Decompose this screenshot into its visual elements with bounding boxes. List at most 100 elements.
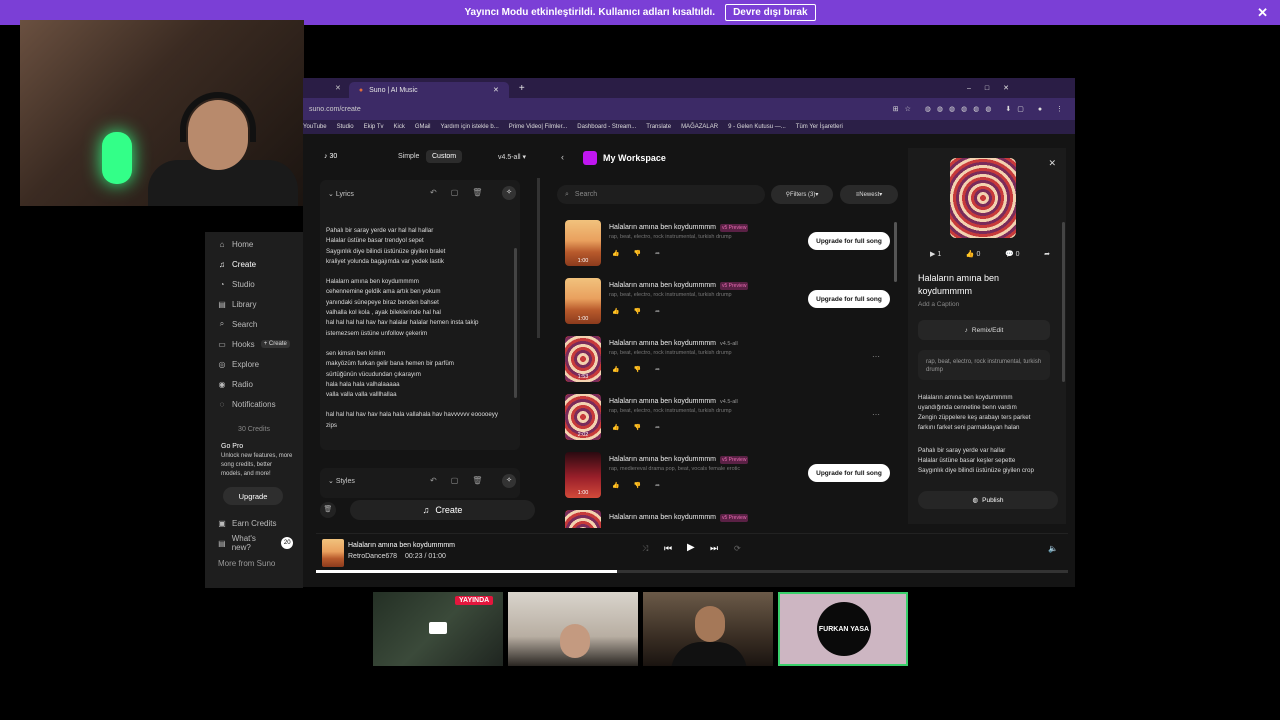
sidebar-item-home[interactable]: ⌂ Home <box>205 234 303 254</box>
guest-tile[interactable]: YAYINDA <box>373 592 503 666</box>
song-thumbnail[interactable]: 2:02 <box>565 394 601 440</box>
now-playing-thumbnail[interactable] <box>322 539 344 567</box>
more-options-icon[interactable]: ⋯ <box>872 352 880 361</box>
sidebar-item-search[interactable]: ⌕ Search <box>205 314 303 334</box>
repeat-icon[interactable]: ⟳ <box>734 544 741 553</box>
bookmark[interactable]: Translate <box>646 124 671 130</box>
sidebar-item-hooks[interactable]: ▭ Hooks + Create <box>205 334 303 354</box>
upgrade-full-song-button[interactable]: Upgrade for full song <box>808 464 890 482</box>
song-thumbnail[interactable]: 1:00 <box>565 278 601 324</box>
lyrics-text[interactable]: Pahalı bir saray yerde var hal hal halla… <box>326 226 526 462</box>
song-title[interactable]: Halaların amına ben koydummmm <box>609 456 716 463</box>
song-row[interactable]: Halaların amına ben koydummmm v5 Preview <box>565 510 890 528</box>
thumbs-up-icon[interactable]: 👍 <box>612 308 619 315</box>
song-row[interactable]: 2:02 Halaların amına ben koydummmm v4.5-a… <box>565 394 890 444</box>
song-thumbnail[interactable]: 1:00 <box>565 220 601 266</box>
artist-name[interactable]: RetroDance678 <box>348 553 397 560</box>
create-button[interactable]: ♫ Create <box>350 500 535 520</box>
thumbs-up-icon[interactable]: 👍 <box>612 482 619 489</box>
sidebar-item-notifications[interactable]: ◌ Notifications <box>205 394 303 414</box>
mode-simple-tab[interactable]: Simple <box>392 150 425 163</box>
comment-count[interactable]: 💬 0 <box>1005 250 1020 258</box>
thumbs-up-icon[interactable]: 👍 <box>612 424 619 431</box>
trash-icon[interactable]: 🗑 <box>320 502 336 518</box>
song-title[interactable]: Halaların amına ben koydummmm <box>609 282 716 289</box>
lyrics-toolbar[interactable]: ↶▢🗑 <box>430 188 496 197</box>
next-icon[interactable]: ⏭ <box>710 543 718 554</box>
remix-edit-button[interactable]: ♪ Remix/Edit <box>918 320 1050 340</box>
song-title[interactable]: Halaların amına ben koydummmm <box>609 340 716 347</box>
browser-extension-icons[interactable]: ⊞☆ ◍◍◍◍◍◍ ⬇▢ ● ⋮ <box>893 105 1069 113</box>
close-icon[interactable]: ✕ <box>1257 5 1268 21</box>
thumbs-up-icon[interactable]: 👍 <box>612 366 619 373</box>
share-icon[interactable]: ➦ <box>655 482 660 489</box>
sidebar-item-create[interactable]: ♫ Create <box>205 254 303 274</box>
shuffle-icon[interactable]: ⤨ <box>642 544 648 554</box>
thumbs-up-icon[interactable]: 👍 <box>612 250 619 257</box>
lyrics-header[interactable]: ⌄ Lyrics <box>328 190 354 198</box>
guest-tile[interactable] <box>643 592 773 666</box>
bookmark[interactable]: Tüm Yer İşaretleri <box>796 124 843 130</box>
thumbs-down-icon[interactable]: 👎 <box>633 424 640 431</box>
close-icon[interactable]: ✕ <box>335 84 341 92</box>
hooks-create-button[interactable]: + Create <box>260 340 290 348</box>
thumbs-down-icon[interactable]: 👎 <box>633 250 640 257</box>
panel-scrollbar[interactable] <box>537 178 540 338</box>
search-input[interactable]: ⌕ Search <box>557 185 765 204</box>
lyrics-scrollbar[interactable] <box>514 248 517 398</box>
play-icon[interactable]: ▶ <box>687 542 695 553</box>
like-count[interactable]: 👍 0 <box>966 250 981 258</box>
song-thumbnail[interactable]: 1:00 <box>565 452 601 498</box>
thumbs-down-icon[interactable]: 👎 <box>633 366 640 373</box>
progress-track[interactable] <box>316 570 1068 573</box>
new-tab-icon[interactable]: + <box>519 83 525 94</box>
song-thumbnail[interactable]: 1:53 <box>565 336 601 382</box>
upgrade-full-song-button[interactable]: Upgrade for full song <box>808 290 890 308</box>
disable-streamer-mode-button[interactable]: Devre dışı bırak <box>725 4 816 21</box>
song-thumbnail[interactable] <box>565 510 601 528</box>
whats-new-link[interactable]: ▤ What's new? 20 <box>205 533 303 553</box>
bookmark[interactable]: Studio <box>337 124 354 130</box>
share-icon[interactable]: ➦ <box>655 308 660 315</box>
more-from-suno-link[interactable]: More from Suno <box>205 553 303 573</box>
play-count[interactable]: ▶ 1 <box>930 250 941 258</box>
song-title[interactable]: Halaların amına ben koydummmm <box>609 224 716 231</box>
sort-button[interactable]: ≡ Newest ▾ <box>840 185 898 204</box>
bookmark[interactable]: YouTube <box>303 124 327 130</box>
model-version-select[interactable]: v4.5-all ▾ <box>492 150 532 164</box>
address-bar[interactable]: suno.com/create ⊞☆ ◍◍◍◍◍◍ ⬇▢ ● ⋮ <box>303 98 1075 120</box>
detail-scrollbar[interactable] <box>1062 222 1065 382</box>
sidebar-item-studio[interactable]: ◔ Studio <box>205 274 303 294</box>
bookmark[interactable]: GMail <box>415 124 431 130</box>
close-icon[interactable]: ✕ <box>1048 158 1056 169</box>
styles-header[interactable]: ⌄ Styles <box>328 477 355 485</box>
bookmark[interactable]: Dashboard - Stream... <box>577 124 636 130</box>
upgrade-full-song-button[interactable]: Upgrade for full song <box>808 232 890 250</box>
sidebar-item-library[interactable]: ▤ Library <box>205 294 303 314</box>
song-row[interactable]: 1:53 Halaların amına ben koydummmm v4.5-a… <box>565 336 890 386</box>
volume-icon[interactable]: 🔈 <box>1048 544 1058 553</box>
song-row[interactable]: 1:00 Halaların amına ben koydummmm v5 Pre… <box>565 452 890 502</box>
share-icon[interactable]: ➦ <box>655 250 660 257</box>
guest-tile[interactable] <box>508 592 638 666</box>
previous-icon[interactable]: ⏮ <box>664 543 672 554</box>
upgrade-button[interactable]: Upgrade <box>223 487 283 505</box>
share-icon[interactable]: ➦ <box>655 366 660 373</box>
bookmark[interactable]: Kick <box>394 124 405 130</box>
bookmark[interactable]: 9 - Gelen Kutusu —... <box>728 124 786 130</box>
magic-wand-icon[interactable]: ✧ <box>502 186 516 200</box>
browser-tab[interactable]: ● Suno | AI Music ✕ <box>348 82 509 98</box>
thumbs-down-icon[interactable]: 👎 <box>633 308 640 315</box>
bookmark[interactable]: Yardım için isteklе b... <box>441 124 499 130</box>
bookmark[interactable]: Prime Video| Filmler... <box>509 124 567 130</box>
song-title[interactable]: Halaların amına ben koydummmm <box>609 514 716 521</box>
mode-custom-tab[interactable]: Custom <box>426 150 463 163</box>
filters-button[interactable]: ⚲ Filters (3) ▾ <box>771 185 833 204</box>
share-icon[interactable]: ➦ <box>1044 250 1050 258</box>
sidebar-item-radio[interactable]: ◉ Radio <box>205 374 303 394</box>
close-icon[interactable]: ✕ <box>493 86 499 94</box>
share-icon[interactable]: ➦ <box>655 424 660 431</box>
bookmark[interactable]: Ekip Tv <box>364 124 384 130</box>
add-caption[interactable]: Add a Caption <box>918 301 959 308</box>
magic-wand-icon[interactable]: ✧ <box>502 474 516 488</box>
